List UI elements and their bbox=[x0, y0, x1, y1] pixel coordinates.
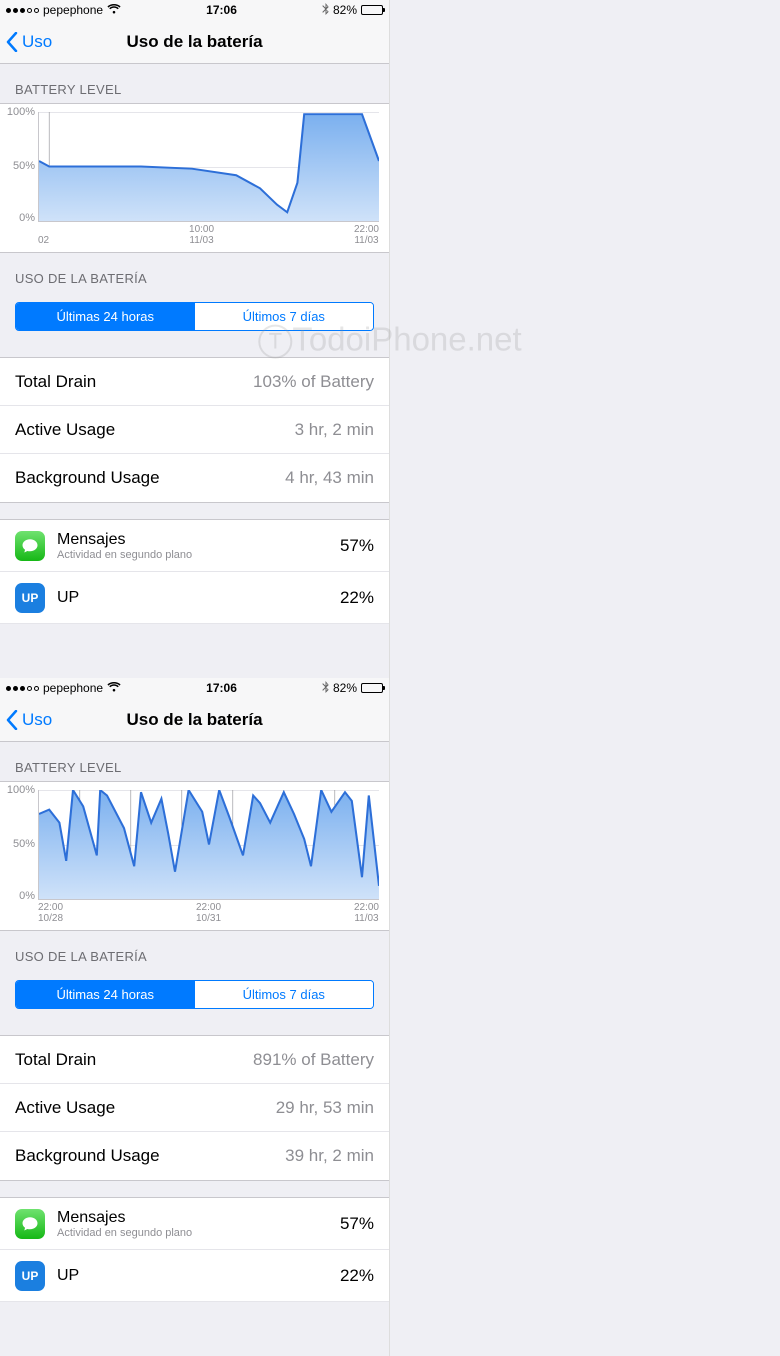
app-usage-list: Mensajes Actividad en segundo plano 57% … bbox=[0, 1197, 389, 1302]
stat-value: 103% of Battery bbox=[253, 372, 374, 392]
wifi-icon bbox=[107, 682, 121, 695]
stat-row: Background Usage 4 hr, 43 min bbox=[0, 454, 389, 502]
messages-icon bbox=[15, 531, 45, 561]
app-usage-list: Mensajes Actividad en segundo plano 57% … bbox=[0, 519, 389, 624]
battery-chart: 100% 50% 0% 22:0010/28 22:0010/31 22:0011/… bbox=[0, 781, 389, 931]
app-percent: 57% bbox=[340, 1214, 374, 1234]
app-percent: 22% bbox=[340, 588, 374, 608]
stat-label: Background Usage bbox=[15, 468, 160, 488]
x-tick: 22:0010/28 bbox=[38, 902, 63, 924]
y-tick: 100% bbox=[3, 784, 35, 796]
signal-icon bbox=[6, 686, 39, 691]
segment-last-7d[interactable]: Últimos 7 días bbox=[195, 981, 374, 1008]
screen-left: pepephone 17:06 82% Uso Uso de la baterí… bbox=[0, 0, 390, 678]
stat-label: Active Usage bbox=[15, 420, 115, 440]
stat-row: Active Usage 3 hr, 2 min bbox=[0, 406, 389, 454]
segmented-control: Últimas 24 horas Últimos 7 días bbox=[15, 980, 374, 1009]
clock: 17:06 bbox=[206, 3, 237, 17]
app-percent: 57% bbox=[340, 536, 374, 556]
back-button[interactable]: Uso bbox=[0, 710, 52, 730]
y-tick: 0% bbox=[3, 890, 35, 902]
section-header-battery-level: BATTERY LEVEL bbox=[0, 742, 389, 781]
screen-right: pepephone 17:06 82% Uso Uso de la baterí… bbox=[0, 678, 390, 1356]
stat-value: 4 hr, 43 min bbox=[285, 468, 374, 488]
y-tick: 0% bbox=[3, 212, 35, 224]
x-tick: 22:0010/31 bbox=[196, 902, 221, 924]
stat-value: 29 hr, 53 min bbox=[276, 1098, 374, 1118]
up-icon: UP bbox=[15, 583, 45, 613]
stat-value: 891% of Battery bbox=[253, 1050, 374, 1070]
bluetooth-icon bbox=[322, 3, 329, 18]
app-name: Mensajes bbox=[57, 531, 340, 549]
app-name: UP bbox=[57, 1267, 340, 1285]
segmented-control: Últimas 24 horas Últimos 7 días bbox=[15, 302, 374, 331]
stats-block: Total Drain 103% of Battery Active Usage… bbox=[0, 357, 389, 503]
chevron-left-icon bbox=[6, 32, 18, 52]
signal-icon bbox=[6, 8, 39, 13]
stat-row: Total Drain 103% of Battery bbox=[0, 358, 389, 406]
nav-bar: Uso Uso de la batería bbox=[0, 20, 389, 64]
messages-icon bbox=[15, 1209, 45, 1239]
back-label: Uso bbox=[22, 710, 52, 730]
carrier-label: pepephone bbox=[43, 3, 103, 17]
stat-value: 39 hr, 2 min bbox=[285, 1146, 374, 1166]
battery-icon bbox=[361, 683, 383, 693]
segment-last-24h[interactable]: Últimas 24 horas bbox=[16, 981, 195, 1008]
x-tick: 22:0011/03 bbox=[354, 224, 379, 246]
nav-bar: Uso Uso de la batería bbox=[0, 698, 389, 742]
app-row[interactable]: UP UP 22% bbox=[0, 1250, 389, 1302]
status-bar: pepephone 17:06 82% bbox=[0, 678, 389, 698]
segment-last-24h[interactable]: Últimas 24 horas bbox=[16, 303, 195, 330]
app-subtitle: Actividad en segundo plano bbox=[57, 549, 340, 561]
section-header-battery-level: BATTERY LEVEL bbox=[0, 64, 389, 103]
page-title: Uso de la batería bbox=[0, 32, 389, 52]
bluetooth-icon bbox=[322, 681, 329, 696]
segment-last-7d[interactable]: Últimos 7 días bbox=[195, 303, 374, 330]
battery-pct: 82% bbox=[333, 681, 357, 695]
app-row[interactable]: Mensajes Actividad en segundo plano 57% bbox=[0, 1198, 389, 1250]
x-tick: 02 bbox=[38, 224, 49, 246]
stat-row: Background Usage 39 hr, 2 min bbox=[0, 1132, 389, 1180]
stat-label: Total Drain bbox=[15, 372, 96, 392]
section-header-battery-usage: USO DE LA BATERÍA bbox=[0, 253, 389, 292]
stat-label: Background Usage bbox=[15, 1146, 160, 1166]
app-name: UP bbox=[57, 589, 340, 607]
stat-value: 3 hr, 2 min bbox=[295, 420, 374, 440]
y-tick: 100% bbox=[3, 106, 35, 118]
stats-block: Total Drain 891% of Battery Active Usage… bbox=[0, 1035, 389, 1181]
battery-icon bbox=[361, 5, 383, 15]
section-header-battery-usage: USO DE LA BATERÍA bbox=[0, 931, 389, 970]
clock: 17:06 bbox=[206, 681, 237, 695]
app-row[interactable]: UP UP 22% bbox=[0, 572, 389, 624]
stat-row: Total Drain 891% of Battery bbox=[0, 1036, 389, 1084]
up-icon: UP bbox=[15, 1261, 45, 1291]
wifi-icon bbox=[107, 4, 121, 17]
chevron-left-icon bbox=[6, 710, 18, 730]
app-percent: 22% bbox=[340, 1266, 374, 1286]
x-tick: 22:0011/03 bbox=[354, 902, 379, 924]
page-title: Uso de la batería bbox=[0, 710, 389, 730]
back-button[interactable]: Uso bbox=[0, 32, 52, 52]
y-tick: 50% bbox=[3, 160, 35, 172]
battery-pct: 82% bbox=[333, 3, 357, 17]
stat-label: Active Usage bbox=[15, 1098, 115, 1118]
stat-label: Total Drain bbox=[15, 1050, 96, 1070]
battery-chart: 100% 50% 0% 02 10:0011/03 22:0011/03 bbox=[0, 103, 389, 253]
app-row[interactable]: Mensajes Actividad en segundo plano 57% bbox=[0, 520, 389, 572]
app-subtitle: Actividad en segundo plano bbox=[57, 1227, 340, 1239]
back-label: Uso bbox=[22, 32, 52, 52]
app-name: Mensajes bbox=[57, 1209, 340, 1227]
stat-row: Active Usage 29 hr, 53 min bbox=[0, 1084, 389, 1132]
y-tick: 50% bbox=[3, 838, 35, 850]
x-tick: 10:0011/03 bbox=[189, 224, 214, 246]
status-bar: pepephone 17:06 82% bbox=[0, 0, 389, 20]
carrier-label: pepephone bbox=[43, 681, 103, 695]
